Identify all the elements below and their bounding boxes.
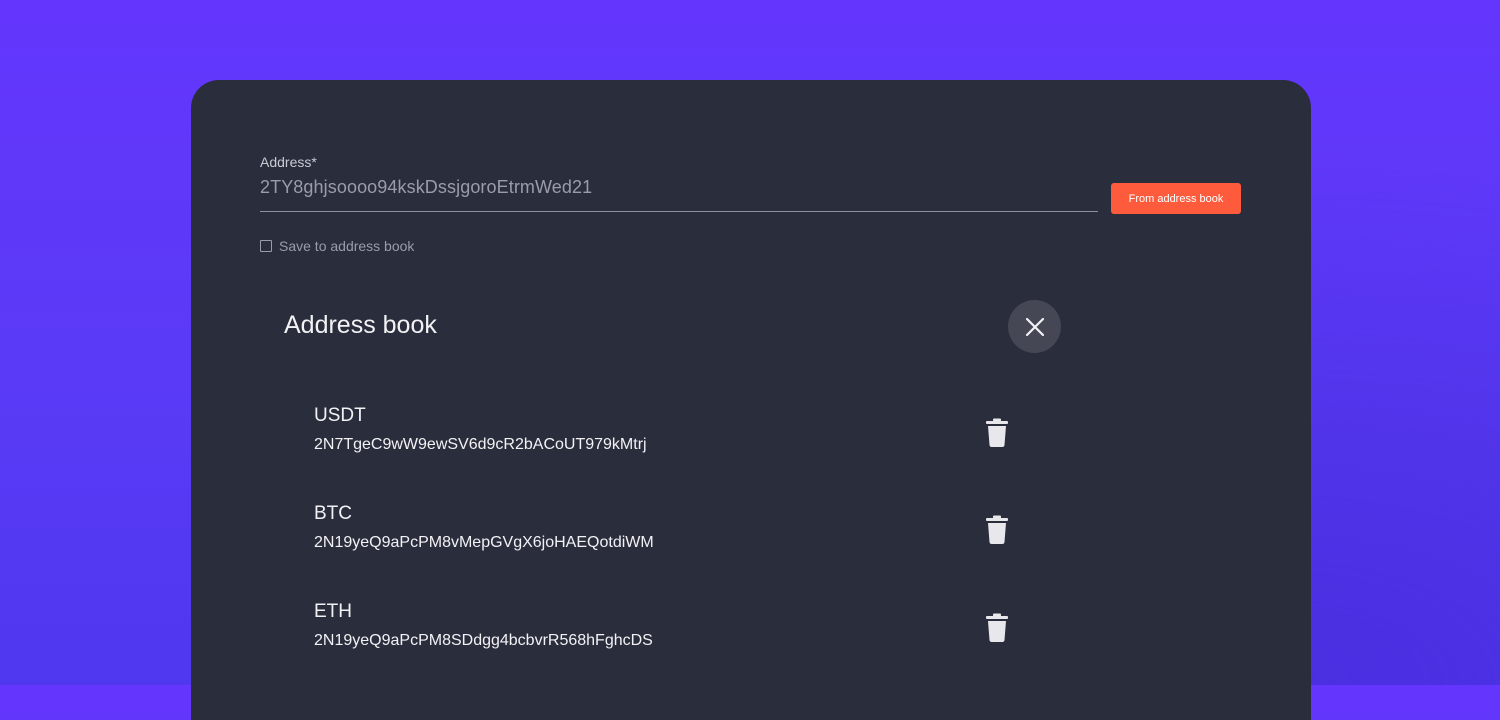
delete-entry-button[interactable] (985, 418, 1009, 448)
address-book-title: Address book (284, 311, 437, 339)
delete-entry-button[interactable] (985, 613, 1009, 643)
trash-icon (986, 515, 1008, 544)
save-to-address-book-checkbox[interactable] (260, 240, 272, 252)
entry-address: 2N19yeQ9aPcPM8vMepGVgX6joHAEQotdiWM (314, 534, 654, 551)
address-input-underline (260, 211, 1098, 212)
trash-icon (986, 613, 1008, 642)
address-book-entry[interactable]: ETH 2N19yeQ9aPcPM8SDdgg4bcbvrR568hFghcDS (314, 601, 653, 650)
save-to-address-book-label[interactable]: Save to address book (279, 238, 414, 254)
send-form-panel: Address* 2TY8ghjsoooo94kskDssjgoroEtrmWe… (191, 80, 1311, 720)
entry-currency-name: USDT (314, 405, 366, 426)
from-address-book-button[interactable]: From address book (1111, 183, 1241, 214)
address-book-entry[interactable]: USDT 2N7TgeC9wW9ewSV6d9cR2bACoUT979kMtrj (314, 405, 647, 454)
trash-icon (986, 418, 1008, 447)
address-book-entry[interactable]: BTC 2N19yeQ9aPcPM8vMepGVgX6joHAEQotdiWM (314, 503, 654, 552)
address-input[interactable]: 2TY8ghjsoooo94kskDssjgoroEtrmWed21 (260, 177, 592, 198)
close-icon (1025, 317, 1044, 336)
entry-address: 2N19yeQ9aPcPM8SDdgg4bcbvrR568hFghcDS (314, 632, 653, 649)
entry-address: 2N7TgeC9wW9ewSV6d9cR2bACoUT979kMtrj (314, 436, 647, 453)
entry-currency-name: ETH (314, 601, 352, 622)
close-address-book-button[interactable] (1008, 300, 1061, 353)
entry-currency-name: BTC (314, 503, 352, 524)
delete-entry-button[interactable] (985, 515, 1009, 545)
save-to-address-book-checkbox-row[interactable]: Save to address book (260, 238, 414, 254)
address-label: Address* (260, 154, 317, 170)
